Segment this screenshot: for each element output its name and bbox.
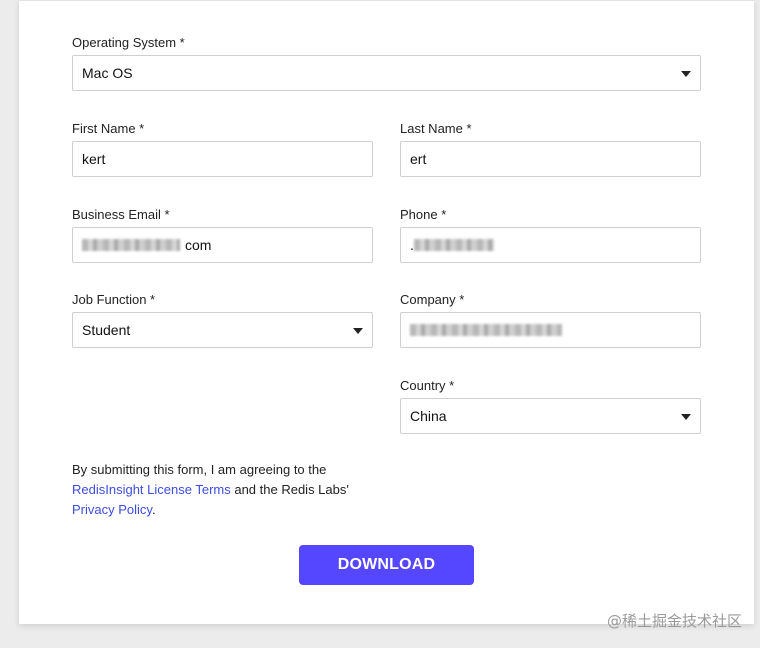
job-function-select[interactable]: Student: [72, 312, 373, 348]
first-name-label: First Name *: [72, 121, 145, 136]
last-name-label: Last Name *: [400, 121, 472, 136]
consent-text: By submitting this form, I am agreeing t…: [72, 460, 372, 520]
consent-text-2: and the Redis Labs': [230, 482, 349, 497]
email-value-suffix: com: [185, 237, 212, 253]
os-select-value: Mac OS: [82, 65, 133, 81]
country-value: China: [410, 408, 447, 424]
chevron-down-icon: [353, 328, 363, 334]
country-label: Country *: [400, 378, 455, 393]
download-button[interactable]: DOWNLOAD: [299, 545, 474, 585]
watermark: @稀土掘金技术社区: [606, 612, 742, 630]
redacted-phone: [413, 239, 494, 251]
last-name-input[interactable]: ert: [400, 141, 701, 177]
phone-label: Phone *: [400, 207, 447, 222]
redacted-company: [410, 324, 562, 336]
first-name-value: kert: [82, 151, 106, 167]
job-function-label: Job Function *: [72, 292, 156, 307]
phone-input[interactable]: .: [400, 227, 701, 263]
email-label: Business Email *: [72, 207, 170, 222]
privacy-policy-link[interactable]: Privacy Policy: [72, 502, 152, 517]
os-select[interactable]: Mac OS: [72, 55, 701, 91]
company-label: Company *: [400, 292, 465, 307]
os-label: Operating System *: [72, 35, 185, 50]
email-input[interactable]: com: [72, 227, 373, 263]
license-terms-link[interactable]: RedisInsight License Terms: [72, 482, 231, 497]
country-select[interactable]: China: [400, 398, 701, 434]
redacted-email: [82, 239, 180, 251]
company-input[interactable]: [400, 312, 701, 348]
job-function-value: Student: [82, 322, 131, 338]
consent-text-1: By submitting this form, I am agreeing t…: [72, 462, 327, 477]
chevron-down-icon: [681, 71, 691, 77]
download-form-card: Operating System * Mac OS First Name * k…: [19, 0, 754, 624]
consent-text-3: .: [151, 502, 156, 517]
chevron-down-icon: [681, 414, 691, 420]
last-name-value: ert: [410, 151, 427, 167]
first-name-input[interactable]: kert: [72, 141, 373, 177]
